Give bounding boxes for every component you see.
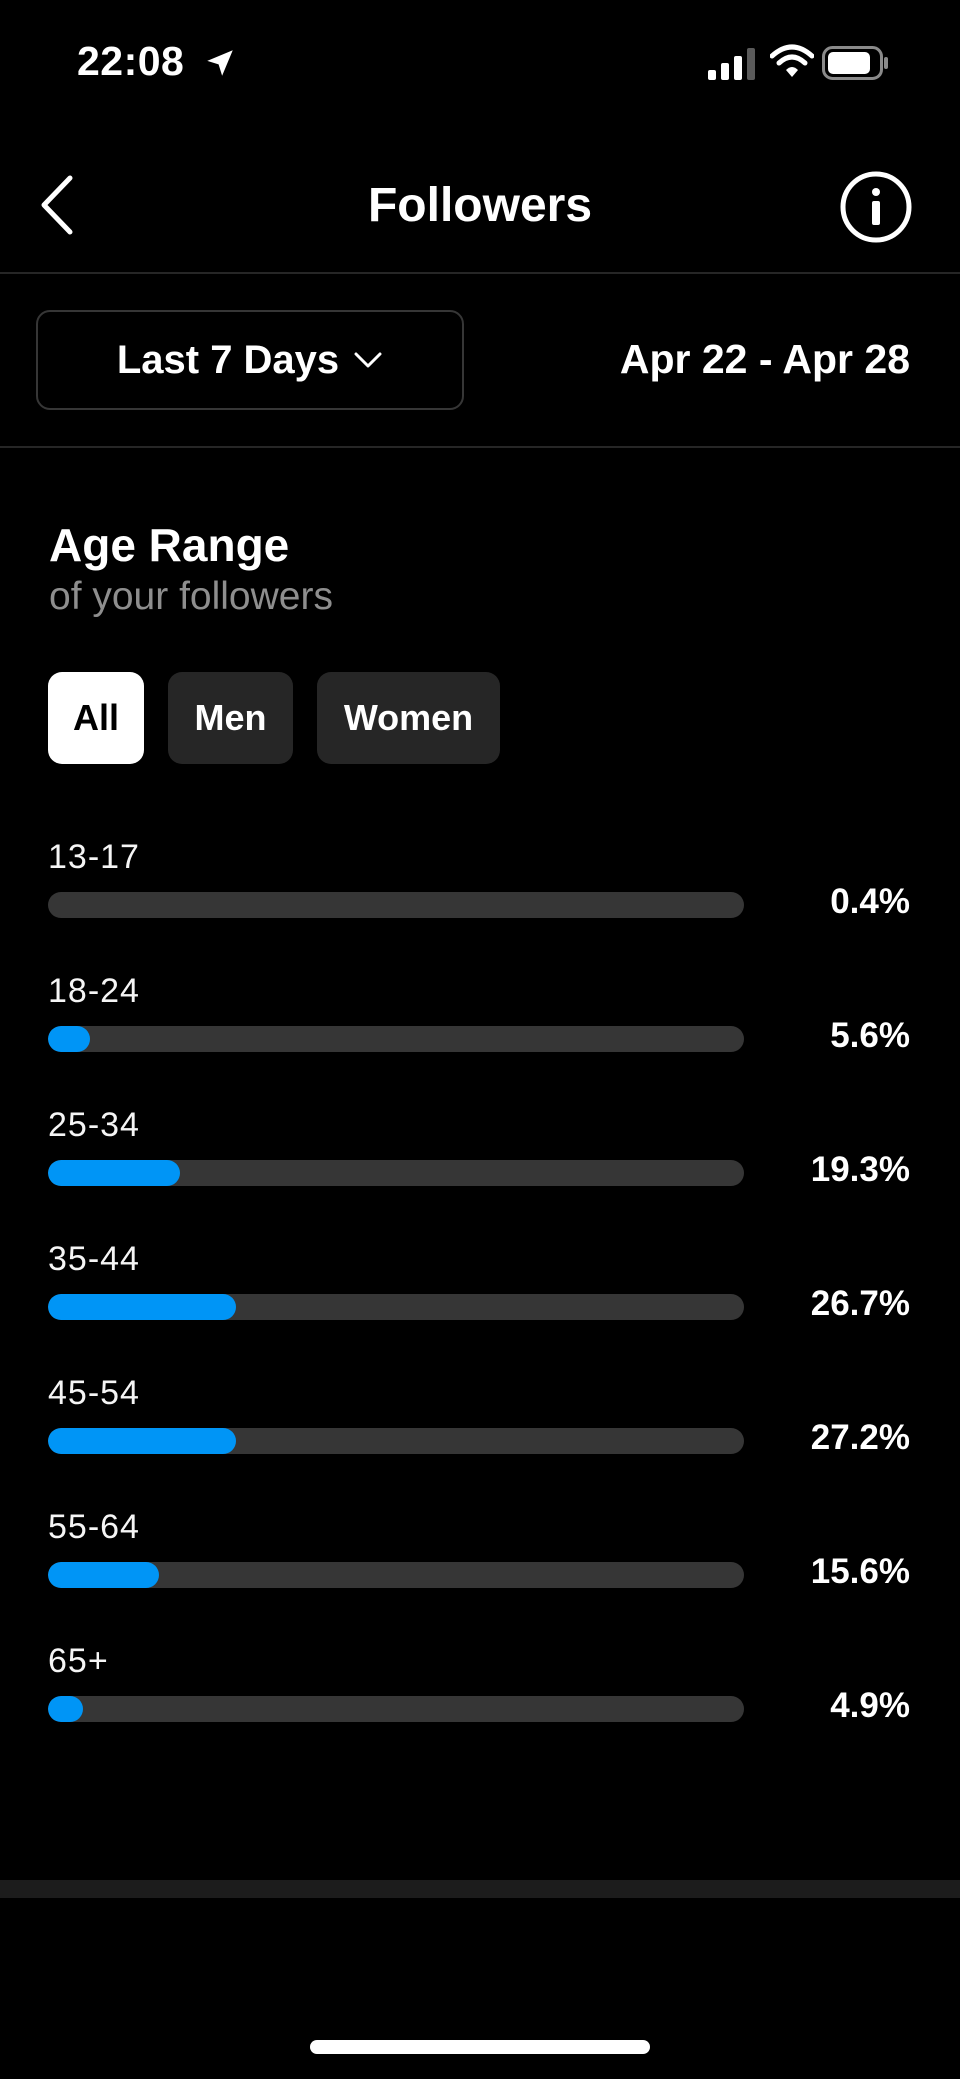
age-row: 35-44 26.7% xyxy=(0,1240,960,1360)
age-row: 25-34 19.3% xyxy=(0,1106,960,1226)
bar-track xyxy=(48,892,744,918)
battery-icon xyxy=(822,46,888,80)
age-label: 13-17 xyxy=(48,838,140,876)
bar-fill xyxy=(48,1696,83,1722)
header: Followers xyxy=(0,140,960,274)
age-percent: 26.7% xyxy=(810,1284,910,1323)
age-label: 35-44 xyxy=(48,1240,140,1278)
age-row: 18-24 5.6% xyxy=(0,972,960,1092)
date-range-text: Apr 22 - Apr 28 xyxy=(619,336,910,382)
chevron-down-icon xyxy=(354,352,382,368)
signal-icon xyxy=(708,48,755,80)
bar-track xyxy=(48,1562,744,1588)
age-label: 65+ xyxy=(48,1642,109,1680)
location-arrow-icon xyxy=(207,50,233,76)
section-title: Age Range xyxy=(49,519,290,571)
header-divider xyxy=(0,272,960,274)
info-icon[interactable] xyxy=(839,170,913,244)
age-percent: 15.6% xyxy=(810,1552,910,1591)
tab-women[interactable]: Women xyxy=(317,672,500,764)
bar-track xyxy=(48,1160,744,1186)
tab-all[interactable]: All xyxy=(48,672,144,764)
bar-track xyxy=(48,1026,744,1052)
age-row: 65+ 4.9% xyxy=(0,1642,960,1762)
age-label: 45-54 xyxy=(48,1374,140,1412)
age-percent: 4.9% xyxy=(830,1686,910,1725)
age-label: 55-64 xyxy=(48,1508,140,1546)
bar-fill xyxy=(48,1562,160,1588)
age-percent: 5.6% xyxy=(830,1016,910,1055)
bar-fill xyxy=(48,1294,236,1320)
age-percent: 0.4% xyxy=(830,882,910,921)
bar-track xyxy=(48,1696,744,1722)
date-range-dropdown[interactable]: Last 7 Days xyxy=(36,310,464,410)
status-time: 22:08 xyxy=(77,38,185,84)
tab-men[interactable]: Men xyxy=(168,672,293,764)
bar-fill xyxy=(48,1160,181,1186)
home-indicator[interactable] xyxy=(310,2040,650,2054)
bar-track xyxy=(48,1294,744,1320)
filter-divider xyxy=(0,446,960,448)
age-row: 45-54 27.2% xyxy=(0,1374,960,1494)
age-percent: 19.3% xyxy=(810,1150,910,1189)
section-divider xyxy=(0,1880,960,1898)
age-label: 18-24 xyxy=(48,972,140,1010)
bar-fill xyxy=(48,1026,90,1052)
status-bar: 22:08 xyxy=(0,0,960,130)
date-range-dropdown-label: Last 7 Days xyxy=(116,337,340,382)
age-row: 55-64 15.6% xyxy=(0,1508,960,1628)
bar-track xyxy=(48,1428,744,1454)
age-label: 25-34 xyxy=(48,1106,140,1144)
age-percent: 27.2% xyxy=(810,1418,910,1457)
bar-fill xyxy=(48,1428,236,1454)
page-title: Followers xyxy=(367,179,593,232)
age-row: 13-17 0.4% xyxy=(0,838,960,958)
wifi-icon xyxy=(770,44,814,77)
section-subtitle: of your followers xyxy=(49,575,333,618)
